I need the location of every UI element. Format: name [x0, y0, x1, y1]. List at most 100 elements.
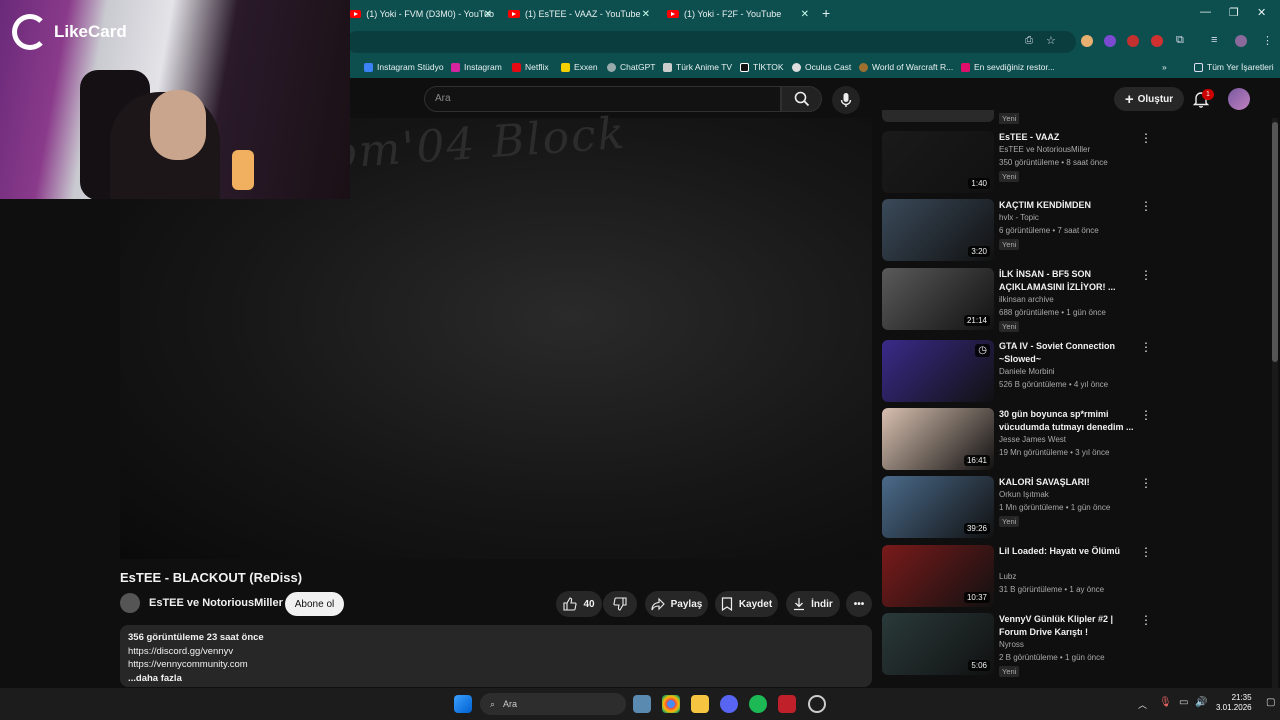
- more-vertical-icon[interactable]: ⋮: [1140, 613, 1152, 627]
- video-thumbnail[interactable]: 16:41: [882, 408, 994, 470]
- dislike-button[interactable]: [603, 591, 637, 617]
- subscribe-button[interactable]: Abone ol: [285, 592, 344, 616]
- recommendation-card[interactable]: 5:06 VennyV Günlük Klipler #2 | Forum Dri…: [882, 613, 1152, 677]
- tray-chevron-icon[interactable]: ︿: [1138, 698, 1147, 711]
- bookmark-instagram-studio[interactable]: Instagram Stüdyo: [364, 62, 444, 72]
- channel-name[interactable]: EsTEE ve NotoriousMiller: [149, 597, 283, 609]
- video-thumbnail[interactable]: ◷: [882, 340, 994, 402]
- notification-center-icon[interactable]: ▢: [1266, 697, 1275, 708]
- windows-start-icon[interactable]: [454, 695, 472, 713]
- extension-icon[interactable]: [1151, 35, 1163, 47]
- profile-avatar[interactable]: [1235, 35, 1247, 47]
- recommendation-title[interactable]: İLK İNSAN - BF5 SON AÇIKLAMASINI İZLİYOR…: [999, 268, 1134, 294]
- create-button[interactable]: + Oluştur: [1114, 87, 1184, 111]
- like-button[interactable]: 40: [556, 591, 602, 617]
- recommendation-channel[interactable]: hvlx - Topic: [999, 213, 1039, 222]
- extension-icon[interactable]: [1127, 35, 1139, 47]
- more-vertical-icon[interactable]: ⋮: [1140, 199, 1152, 213]
- page-scrollbar[interactable]: [1272, 118, 1278, 688]
- recommendation-title[interactable]: KALORİ SAVAŞLARI!: [999, 476, 1134, 489]
- bookmark-restaurant[interactable]: En sevdiğiniz restor...: [961, 62, 1055, 72]
- more-vertical-icon[interactable]: ⋮: [1140, 408, 1152, 422]
- description-link[interactable]: https://vennycommunity.com: [128, 658, 864, 672]
- recommendation-title[interactable]: Lil Loaded: Hayatı ve Ölümü: [999, 545, 1134, 558]
- recommendation-title[interactable]: 30 gün boyunca sp*rmimi vücudumda tutmay…: [999, 408, 1134, 434]
- bookmark-exxen[interactable]: Exxen: [561, 62, 598, 72]
- recommendation-card[interactable]: 39:26 KALORİ SAVAŞLARI! Orkun Işıtmak 1 Mn …: [882, 476, 1152, 540]
- browser-tab[interactable]: (1) Yoki - F2F - YouTube ✕: [667, 4, 811, 24]
- download-button[interactable]: İndir: [786, 591, 840, 617]
- video-thumbnail[interactable]: 3:20: [882, 199, 994, 261]
- more-vertical-icon[interactable]: ⋮: [1140, 131, 1152, 145]
- recommendation-card[interactable]: 10:37 Lil Loaded: Hayatı ve Ölümü Lubz 31 B…: [882, 545, 1152, 609]
- recommendation-channel[interactable]: Nyross: [999, 640, 1024, 649]
- browser-tab[interactable]: (1) Yoki - FVM (D3M0) - YouTub ✕: [350, 4, 494, 24]
- volume-icon[interactable]: 🔊: [1195, 697, 1207, 708]
- recommendation-channel[interactable]: Daniele Morbini: [999, 367, 1055, 376]
- recommendation-channel[interactable]: Orkun Işıtmak: [999, 490, 1049, 499]
- recommendation-card[interactable]: 21:14 İLK İNSAN - BF5 SON AÇIKLAMASINI İZ…: [882, 268, 1152, 332]
- recommendation-channel[interactable]: Jesse James West: [999, 435, 1066, 444]
- reading-list-icon[interactable]: ≡: [1211, 34, 1217, 46]
- restore-icon[interactable]: ❐: [1229, 6, 1239, 19]
- task-view-icon[interactable]: [633, 695, 651, 713]
- save-button[interactable]: Kaydet: [715, 591, 778, 617]
- extension-icon[interactable]: [1104, 35, 1116, 47]
- bookmark-turk-anime[interactable]: Türk Anime TV: [663, 62, 732, 72]
- description-link[interactable]: https://discord.gg/vennyv: [128, 645, 864, 659]
- bookmark-wow[interactable]: World of Warcraft R...: [859, 62, 953, 72]
- show-more-link[interactable]: ...daha fazla: [128, 672, 864, 686]
- video-description[interactable]: 356 görüntüleme 23 saat önce https://dis…: [120, 625, 872, 687]
- recommendation-channel[interactable]: EsTEE ve NotoriousMiller: [999, 145, 1090, 154]
- bookmark-star-icon[interactable]: ☆: [1046, 34, 1056, 47]
- recommendation-title[interactable]: GTA IV - Soviet Connection ~Slowed~: [999, 340, 1134, 366]
- bookmark-tiktok[interactable]: TİKTOK: [740, 62, 784, 72]
- more-vertical-icon[interactable]: ⋮: [1140, 545, 1152, 559]
- address-bar[interactable]: [346, 31, 1076, 53]
- search-button[interactable]: [781, 86, 822, 112]
- extensions-puzzle-icon[interactable]: ⧉: [1176, 34, 1184, 47]
- more-vertical-icon[interactable]: ⋮: [1140, 268, 1152, 282]
- microphone-tray-icon[interactable]: 🎙: [1159, 697, 1172, 708]
- share-button[interactable]: Paylaş: [645, 591, 708, 617]
- new-tab-icon[interactable]: +: [822, 5, 830, 21]
- more-vertical-icon[interactable]: ⋮: [1140, 340, 1152, 354]
- voicemod-icon[interactable]: [778, 695, 796, 713]
- install-app-icon[interactable]: ⎙: [1025, 35, 1033, 46]
- browser-tab[interactable]: (1) EsTEE - VAAZ - YouTube ✕: [508, 4, 652, 24]
- recommendation-channel[interactable]: ilkinsan archive: [999, 295, 1054, 304]
- recommendation-title[interactable]: VennyV Günlük Klipler #2 | Forum Drive K…: [999, 613, 1134, 639]
- network-icon[interactable]: ▭: [1179, 697, 1188, 708]
- recommendation-card[interactable]: 3:20 KAÇTIM KENDİMDEN hvlx - Topic 6 görünt…: [882, 199, 1152, 263]
- extension-icon[interactable]: [1081, 35, 1093, 47]
- video-thumbnail[interactable]: 10:37: [882, 545, 994, 607]
- file-explorer-icon[interactable]: [691, 695, 709, 713]
- taskbar-clock[interactable]: 21:35 3.01.2026: [1216, 693, 1252, 713]
- close-tab-icon[interactable]: ✕: [484, 9, 492, 20]
- more-actions-button[interactable]: •••: [846, 591, 872, 617]
- bookmark-netflix[interactable]: Netflix: [512, 62, 549, 72]
- bookmark-instagram[interactable]: Instagram: [451, 62, 502, 72]
- video-thumbnail[interactable]: 1:40: [882, 131, 994, 193]
- channel-avatar[interactable]: [120, 593, 140, 613]
- recommendation-card[interactable]: 16:41 30 gün boyunca sp*rmimi vücudumda t…: [882, 408, 1152, 472]
- recommendation-card[interactable]: 1:40 EsTEE - VAAZ EsTEE ve NotoriousMiller…: [882, 131, 1152, 195]
- more-vertical-icon[interactable]: ⋮: [1140, 476, 1152, 490]
- close-tab-icon[interactable]: ✕: [642, 9, 650, 20]
- bookmark-chatgpt[interactable]: ChatGPT: [607, 62, 655, 72]
- recommendation-card[interactable]: ◷ GTA IV - Soviet Connection ~Slowed~ Dani…: [882, 340, 1152, 404]
- video-thumbnail[interactable]: 39:26: [882, 476, 994, 538]
- browser-menu-icon[interactable]: ⋮: [1262, 34, 1273, 47]
- video-thumbnail[interactable]: 21:14: [882, 268, 994, 330]
- bookmark-oculus[interactable]: Oculus Cast: [792, 62, 851, 72]
- scrollbar-thumb[interactable]: [1272, 122, 1278, 362]
- bookmarks-overflow-icon[interactable]: »: [1162, 62, 1167, 72]
- taskbar-search[interactable]: ⌕ Ara: [480, 693, 626, 715]
- all-bookmarks[interactable]: Tüm Yer İşaretleri: [1194, 62, 1274, 72]
- chrome-icon[interactable]: [662, 695, 680, 713]
- discord-icon[interactable]: [720, 695, 738, 713]
- user-avatar[interactable]: [1228, 88, 1250, 110]
- voice-search-button[interactable]: [832, 86, 860, 114]
- recommendation-title[interactable]: EsTEE - VAAZ: [999, 131, 1134, 144]
- minimize-icon[interactable]: —: [1200, 6, 1211, 18]
